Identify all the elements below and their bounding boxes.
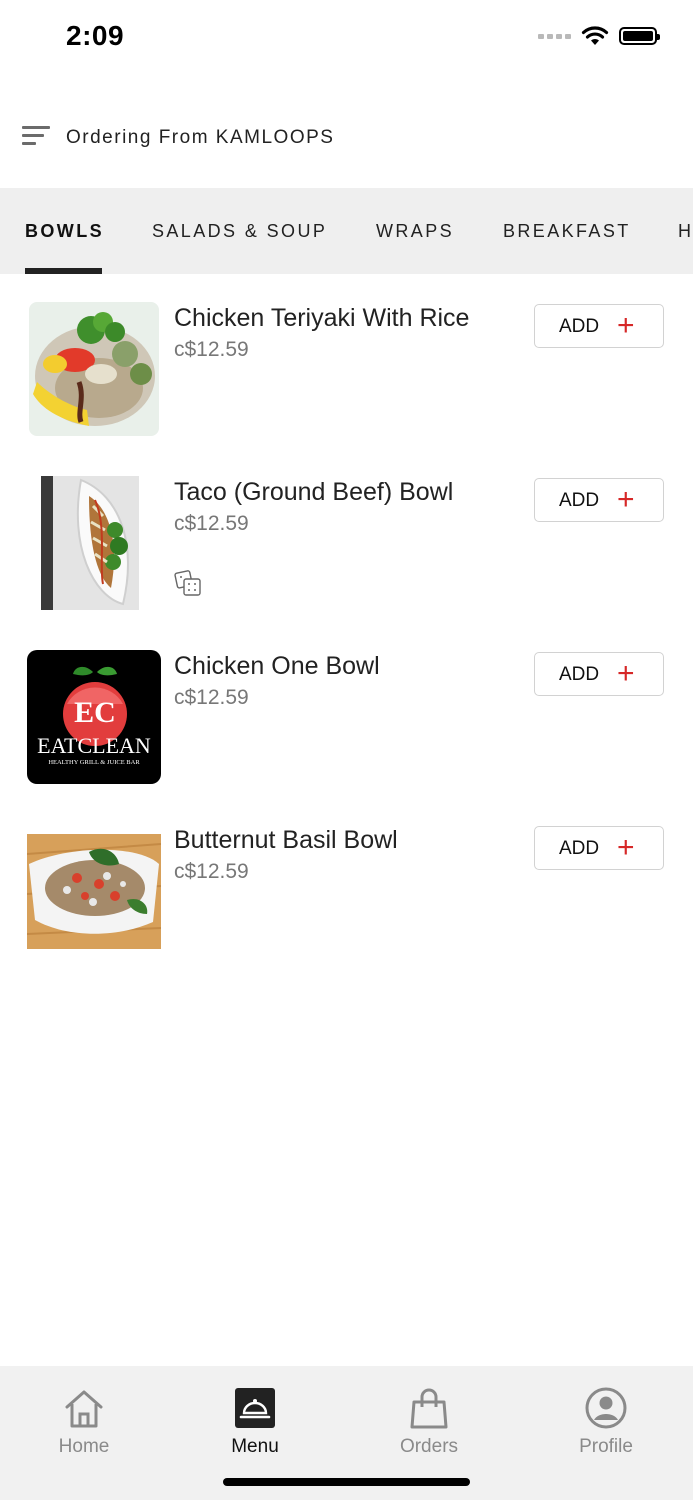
plus-icon: + bbox=[617, 309, 635, 342]
add-button-label: ADD bbox=[559, 316, 600, 337]
home-icon bbox=[65, 1390, 103, 1428]
logo-tagline: HEALTHY GRILL & JUICE BAR bbox=[48, 759, 140, 766]
active-tab-indicator bbox=[25, 268, 102, 274]
plus-icon: + bbox=[617, 657, 635, 690]
status-time: 2:09 bbox=[66, 20, 125, 51]
add-button[interactable]: ADD + bbox=[534, 304, 664, 348]
home-indicator bbox=[223, 1478, 470, 1486]
item-name: Chicken One Bowl bbox=[174, 652, 380, 680]
item-price: c$12.59 bbox=[174, 512, 249, 535]
plus-icon: + bbox=[617, 831, 635, 864]
item-price: c$12.59 bbox=[174, 686, 249, 709]
plus-icon: + bbox=[617, 483, 635, 516]
category-tabs: BOWLS SALADS & SOUP WRAPS BREAKFAST H bbox=[0, 188, 693, 274]
item-price: c$12.59 bbox=[174, 338, 249, 361]
shopping-bag-icon bbox=[410, 1388, 448, 1429]
logo-brand: EATCLEAN bbox=[37, 733, 151, 758]
item-image-butternut-basil bbox=[27, 834, 161, 949]
nav-orders[interactable]: Orders bbox=[369, 1386, 489, 1458]
add-button[interactable]: ADD + bbox=[534, 478, 664, 522]
add-button[interactable]: ADD + bbox=[534, 826, 664, 870]
nav-profile[interactable]: Profile bbox=[546, 1386, 666, 1458]
tab-breakfast[interactable]: BREAKFAST bbox=[503, 221, 631, 242]
battery-icon bbox=[619, 27, 660, 45]
item-name: Taco (Ground Beef) Bowl bbox=[174, 478, 454, 506]
nav-home-label: Home bbox=[58, 1436, 110, 1457]
location-title[interactable]: Ordering From KAMLOOPS bbox=[66, 127, 334, 149]
logo-letters: EC bbox=[74, 696, 116, 729]
add-button-label: ADD bbox=[559, 838, 600, 859]
hamburger-menu-icon[interactable] bbox=[22, 126, 52, 150]
eatclean-logo: EC EATCLEAN HEALTHY GRILL & JUICE BAR bbox=[27, 650, 161, 784]
add-button-label: ADD bbox=[559, 664, 600, 685]
item-name: Chicken Teriyaki With Rice bbox=[174, 304, 470, 332]
header: Ordering From KAMLOOPS bbox=[0, 100, 693, 176]
nav-menu[interactable]: Menu bbox=[195, 1386, 315, 1458]
status-icons bbox=[538, 26, 660, 46]
tab-partial[interactable]: H bbox=[678, 221, 693, 242]
cellular-signal-icon bbox=[538, 33, 571, 39]
nav-orders-label: Orders bbox=[399, 1436, 459, 1457]
nav-home[interactable]: Home bbox=[24, 1386, 144, 1458]
add-button-label: ADD bbox=[559, 490, 600, 511]
status-bar: 2:09 bbox=[0, 0, 693, 80]
wifi-icon bbox=[581, 26, 609, 45]
item-image-taco-bowl bbox=[41, 476, 139, 610]
profile-icon bbox=[585, 1387, 627, 1429]
add-button[interactable]: ADD + bbox=[534, 652, 664, 696]
item-price: c$12.59 bbox=[174, 860, 249, 883]
tab-wraps[interactable]: WRAPS bbox=[376, 221, 454, 242]
cloche-icon bbox=[235, 1388, 275, 1428]
item-name: Butternut Basil Bowl bbox=[174, 826, 398, 854]
nav-profile-label: Profile bbox=[579, 1436, 633, 1457]
item-image-chicken-teriyaki bbox=[29, 302, 159, 436]
tab-bowls[interactable]: BOWLS bbox=[25, 221, 104, 242]
nav-menu-label: Menu bbox=[231, 1436, 279, 1457]
tab-salads-soup[interactable]: SALADS & SOUP bbox=[152, 221, 327, 242]
cracker-icon bbox=[174, 570, 201, 596]
